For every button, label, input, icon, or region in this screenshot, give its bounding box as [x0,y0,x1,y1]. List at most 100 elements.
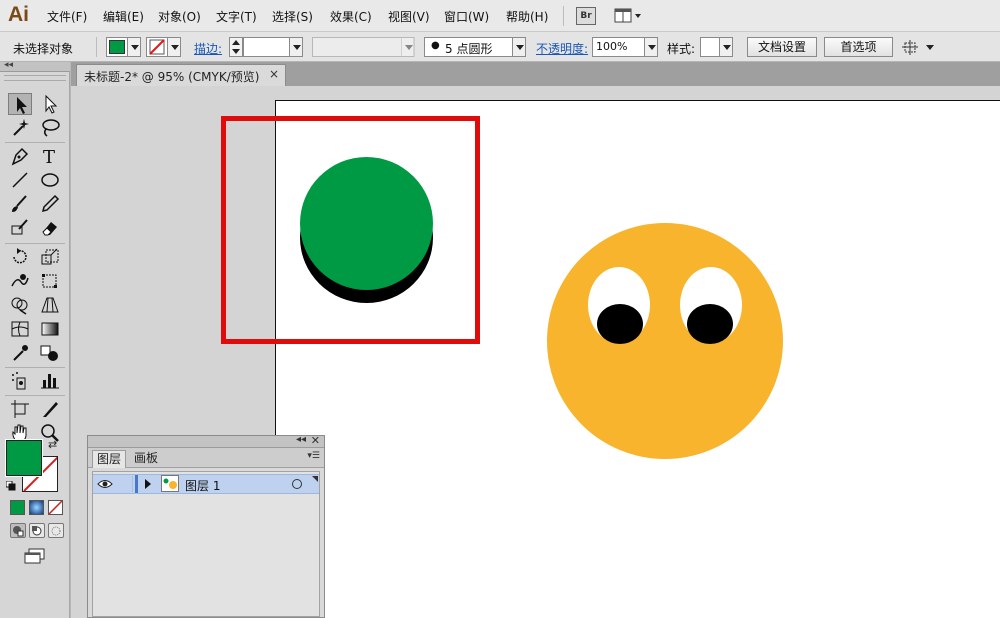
stroke-weight-input[interactable] [243,37,291,57]
panel-menu-icon[interactable]: ▾☰ [307,451,320,461]
gradient-mode-button[interactable] [29,500,44,515]
color-mode-button[interactable] [10,500,25,515]
layers-list: 图层 1 [92,471,320,617]
document-setup-button[interactable]: 文档设置 [747,37,817,57]
layer-row[interactable]: 图层 1 [93,474,319,494]
shape-builder-tool[interactable] [8,294,32,316]
eyedropper-icon [13,345,28,361]
brush-definition-field[interactable]: ● 5 点圆形 [424,37,514,57]
control-separator [96,37,97,57]
pen-tool[interactable] [8,145,32,167]
direct-selection-tool[interactable] [38,93,62,115]
menu-edit[interactable]: 编辑(E) [103,8,144,25]
artboard-tool[interactable] [8,398,32,420]
line-segment-tool[interactable] [8,169,32,191]
screen-mode-button[interactable] [24,548,46,564]
rotate-tool[interactable] [8,246,32,268]
ellipse-tool[interactable] [38,169,62,191]
selection-tool[interactable] [8,93,32,115]
scale-tool[interactable] [38,246,62,268]
mesh-tool[interactable] [8,318,32,340]
graphic-style-dropdown[interactable] [719,37,733,57]
menu-help[interactable]: 帮助(H) [506,8,548,25]
stroke-weight-stepper[interactable] [229,37,243,57]
eraser-tool[interactable] [38,217,62,239]
type-tool[interactable]: T [38,145,62,167]
layer-name[interactable]: 图层 1 [185,477,220,494]
opacity-dropdown[interactable] [644,37,658,57]
menu-window[interactable]: 窗口(W) [444,8,489,25]
menu-select[interactable]: 选择(S) [272,8,313,25]
menu-object[interactable]: 对象(O) [158,8,201,25]
tools-panel-grip[interactable] [4,75,66,81]
bridge-button[interactable]: Br [576,7,596,25]
tab-artboards[interactable]: 画板 [130,450,162,468]
right-pupil[interactable] [687,304,733,344]
draw-behind-button[interactable] [29,523,45,538]
close-document-icon[interactable]: × [269,67,279,81]
slice-tool[interactable] [38,398,62,420]
opacity-input[interactable]: 100% [592,37,646,57]
magic-wand-tool[interactable] [8,117,32,139]
perspective-grid-tool[interactable] [38,294,62,316]
ellipse-icon [41,173,59,187]
visibility-eye-icon[interactable] [97,478,113,490]
control-bar: 未选择对象 描边: ● 5 点圆形 不透明度: 100% 样式: 文档设置 首选… [0,32,1000,62]
symbol-sprayer-tool[interactable] [8,370,32,392]
fill-dropdown-arrow[interactable] [127,37,141,57]
fill-color-swatch [109,40,125,54]
none-mode-button[interactable] [48,500,63,515]
stroke-dropdown-arrow[interactable] [167,37,181,57]
profile-dropdown[interactable] [401,37,415,57]
screen-mode-icon [24,548,45,564]
tool-separator [5,367,65,368]
layers-panel-titlebar[interactable]: ◂◂ ✕ [88,434,324,448]
blob-brush-tool[interactable] [8,217,32,239]
menu-file[interactable]: 文件(F) [47,8,87,25]
column-graph-tool[interactable] [38,370,62,392]
left-pupil[interactable] [597,304,643,344]
opacity-label-link[interactable]: 不透明度: [536,40,588,57]
draw-inside-button[interactable] [48,523,64,538]
gradient-tool[interactable] [38,318,62,340]
blend-tool[interactable] [38,342,62,364]
isolate-object-button[interactable] [902,40,936,56]
swap-fill-stroke-icon[interactable]: ⇄ [48,438,57,451]
stroke-weight-dropdown[interactable] [289,37,303,57]
eraser-icon [42,222,57,236]
close-panel-icon[interactable]: ✕ [311,434,320,447]
fill-color-picker[interactable] [106,37,128,57]
free-transform-tool[interactable] [38,270,62,292]
layers-panel-tabs: 图层 画板 ▾☰ [88,448,324,468]
expand-triangle-icon[interactable] [145,479,151,489]
graphic-style-picker[interactable] [700,37,720,57]
eyedropper-tool[interactable] [8,342,32,364]
pencil-tool[interactable] [38,193,62,215]
menu-type[interactable]: 文字(T) [216,8,257,25]
collapse-panel-icon[interactable]: ◂◂ [4,60,13,70]
layer-target-icon[interactable] [292,479,302,489]
menu-view[interactable]: 视图(V) [388,8,430,25]
tab-layers[interactable]: 图层 [92,450,127,468]
draw-normal-button[interactable] [10,523,26,538]
lasso-tool[interactable] [38,117,62,139]
lock-toggle[interactable] [115,476,133,492]
preferences-button[interactable]: 首选项 [824,37,893,57]
brush-dropdown[interactable] [512,37,526,57]
menu-effect[interactable]: 效果(C) [330,8,372,25]
document-tab[interactable]: 未标题-2* @ 95% (CMYK/预览) × [76,64,286,86]
draw-behind-icon [32,526,42,536]
variable-width-profile[interactable] [312,37,414,57]
stroke-label-link[interactable]: 描边: [194,40,222,57]
green-circle[interactable] [300,157,433,290]
default-colors-icon[interactable] [5,480,16,491]
paintbrush-tool[interactable] [8,193,32,215]
collapse-panel-icon[interactable]: ◂◂ [296,434,306,445]
fill-color-swatch[interactable] [5,439,43,477]
stroke-color-picker[interactable] [146,37,168,57]
warp-tool[interactable] [8,270,32,292]
arrange-documents-button[interactable] [614,7,644,25]
column-graph-icon [41,374,59,389]
smiley-face[interactable] [547,223,783,459]
style-label: 样式: [667,42,696,56]
